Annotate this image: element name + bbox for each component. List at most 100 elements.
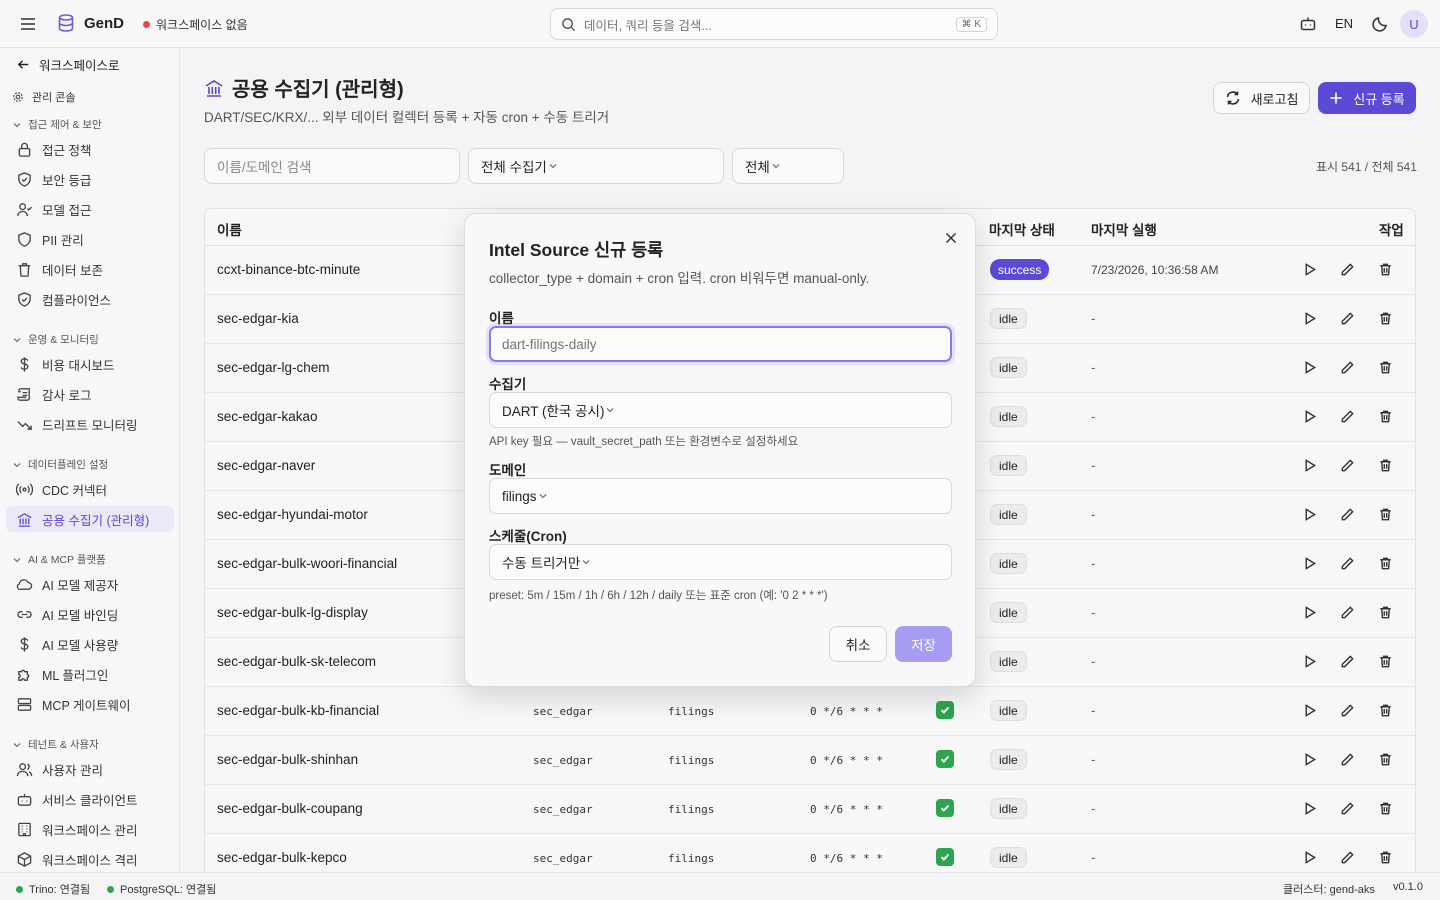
edit-icon[interactable]	[1340, 703, 1355, 718]
status-badge: idle	[990, 357, 1027, 378]
sidebar-section-dataplane[interactable]: 데이터플레인 설정	[12, 457, 108, 472]
play-icon[interactable]	[1302, 703, 1317, 718]
trash-icon[interactable]	[1378, 262, 1393, 277]
trash-icon[interactable]	[1378, 556, 1393, 571]
sidebar-item-cdc[interactable]: CDC 커넥터	[6, 476, 174, 502]
play-icon[interactable]	[1302, 507, 1317, 522]
play-icon[interactable]	[1302, 654, 1317, 669]
close-icon[interactable]	[943, 230, 959, 246]
header-last-run[interactable]: 마지막 실행	[1091, 219, 1157, 239]
new-source-button[interactable]: 신규 등록	[1318, 82, 1416, 114]
sidebar-item-drift[interactable]: 드리프트 모니터링	[6, 411, 174, 437]
play-icon[interactable]	[1302, 605, 1317, 620]
play-icon[interactable]	[1302, 556, 1317, 571]
sidebar-section-tenant[interactable]: 테넌트 & 사용자	[12, 737, 99, 752]
edit-icon[interactable]	[1340, 507, 1355, 522]
scroll-icon	[16, 386, 33, 403]
collector-filter-select[interactable]: 전체 수집기	[468, 148, 724, 184]
sidebar-item-label: 워크스페이스 격리	[42, 853, 138, 868]
cron-select[interactable]: 수동 트리거만	[489, 544, 952, 580]
sidebar-item-service-client[interactable]: 서비스 클라이언트	[6, 786, 174, 812]
language-toggle[interactable]: EN	[1335, 16, 1353, 31]
cancel-button[interactable]: 취소	[829, 626, 887, 662]
trash-icon[interactable]	[1378, 360, 1393, 375]
status-filter-select[interactable]: 전체	[732, 148, 844, 184]
sidebar-item-retention[interactable]: 데이터 보존	[6, 256, 174, 282]
save-button[interactable]: 저장	[895, 626, 952, 662]
trash-icon[interactable]	[1378, 752, 1393, 767]
sidebar-section-ops[interactable]: 운영 & 모니터링	[12, 332, 99, 347]
name-input[interactable]	[489, 326, 952, 362]
header-name[interactable]: 이름	[217, 219, 242, 239]
play-icon[interactable]	[1302, 801, 1317, 816]
trash-icon[interactable]	[1378, 801, 1393, 816]
edit-icon[interactable]	[1340, 654, 1355, 669]
play-icon[interactable]	[1302, 458, 1317, 473]
trash-icon[interactable]	[1378, 850, 1393, 865]
play-icon[interactable]	[1302, 752, 1317, 767]
sidebar-item-label: 서비스 클라이언트	[42, 793, 138, 808]
trash-icon[interactable]	[1378, 654, 1393, 669]
collector-select[interactable]: DART (한국 공시)	[489, 392, 952, 428]
page-subtitle: DART/SEC/KRX/... 외부 데이터 컬렉터 등록 + 자동 cron…	[204, 110, 610, 125]
edit-icon[interactable]	[1340, 311, 1355, 326]
edit-icon[interactable]	[1340, 262, 1355, 277]
sidebar-item-ai-provider[interactable]: AI 모델 제공자	[6, 571, 174, 597]
sidebar-item-workspace-admin[interactable]: 워크스페이스 관리	[6, 816, 174, 842]
sidebar-item-cost[interactable]: 비용 대시보드	[6, 351, 174, 377]
name-domain-search-input[interactable]: 이름/도메인 검색	[204, 148, 460, 184]
refresh-button[interactable]: 새로고침	[1213, 82, 1310, 114]
sidebar-item-model-access[interactable]: 모델 접근	[6, 196, 174, 222]
sidebar-item-ml-plugin[interactable]: ML 플러그인	[6, 661, 174, 687]
workspace-status[interactable]: 워크스페이스 없음	[143, 16, 248, 33]
sidebar-item-mcp-gateway[interactable]: MCP 게이트웨이	[6, 691, 174, 717]
bot-icon[interactable]	[1298, 14, 1318, 34]
trash-icon[interactable]	[1378, 605, 1393, 620]
sidebar-item-ai-usage[interactable]: AI 모델 사용량	[6, 631, 174, 657]
sidebar-section-ai[interactable]: AI & MCP 플랫폼	[12, 552, 106, 567]
table-row[interactable]: sec-edgar-bulk-kepco sec_edgar filings 0 */…	[205, 834, 1415, 872]
edit-icon[interactable]	[1340, 850, 1355, 865]
table-row[interactable]: sec-edgar-bulk-coupang sec_edgar filings 0 …	[205, 785, 1415, 834]
user-avatar[interactable]: U	[1400, 10, 1428, 38]
edit-icon[interactable]	[1340, 458, 1355, 473]
edit-icon[interactable]	[1340, 360, 1355, 375]
header-last-status[interactable]: 마지막 상태	[989, 219, 1055, 239]
sidebar-item-public-collector[interactable]: 공용 수집기 (관리형)	[6, 506, 174, 532]
edit-icon[interactable]	[1340, 605, 1355, 620]
sidebar-item-pii[interactable]: PII 관리	[6, 226, 174, 252]
sidebar-item-users[interactable]: 사용자 관리	[6, 756, 174, 782]
edit-icon[interactable]	[1340, 409, 1355, 424]
search-placeholder: 이름/도메인 검색	[217, 160, 312, 175]
sidebar-item-ai-binding[interactable]: AI 모델 바인딩	[6, 601, 174, 627]
play-icon[interactable]	[1302, 311, 1317, 326]
sidebar-item-security-level[interactable]: 보안 등급	[6, 166, 174, 192]
edit-icon[interactable]	[1340, 752, 1355, 767]
trash-icon[interactable]	[1378, 507, 1393, 522]
back-to-workspace[interactable]: 워크스페이스로	[16, 55, 120, 74]
edit-icon[interactable]	[1340, 556, 1355, 571]
domain-select[interactable]: filings	[489, 478, 952, 514]
moon-icon[interactable]	[1370, 14, 1390, 34]
sidebar-item-compliance[interactable]: 컴플라이언스	[6, 286, 174, 312]
table-row[interactable]: sec-edgar-bulk-kb-financial sec_edgar fili…	[205, 687, 1415, 736]
sidebar-section-access[interactable]: 접근 제어 & 보안	[12, 117, 102, 132]
play-icon[interactable]	[1302, 262, 1317, 277]
trash-icon[interactable]	[1378, 311, 1393, 326]
trash-icon[interactable]	[1378, 409, 1393, 424]
sidebar-item-workspace-isolation[interactable]: 워크스페이스 격리	[6, 846, 174, 872]
menu-icon[interactable]	[18, 14, 38, 34]
play-icon[interactable]	[1302, 360, 1317, 375]
status-badge: idle	[990, 308, 1027, 329]
trash-icon[interactable]	[1378, 458, 1393, 473]
sidebar-item-audit-log[interactable]: 감사 로그	[6, 381, 174, 407]
brand[interactable]: GenD	[56, 13, 124, 33]
row-last-run: -	[1091, 556, 1096, 571]
table-row[interactable]: sec-edgar-bulk-shinhan sec_edgar filings 0 …	[205, 736, 1415, 785]
sidebar-item-access-policy[interactable]: 접근 정책	[6, 136, 174, 162]
edit-icon[interactable]	[1340, 801, 1355, 816]
global-search[interactable]: 데이터, 쿼리 등을 검색... ⌘ K	[550, 8, 998, 40]
play-icon[interactable]	[1302, 850, 1317, 865]
trash-icon[interactable]	[1378, 703, 1393, 718]
play-icon[interactable]	[1302, 409, 1317, 424]
